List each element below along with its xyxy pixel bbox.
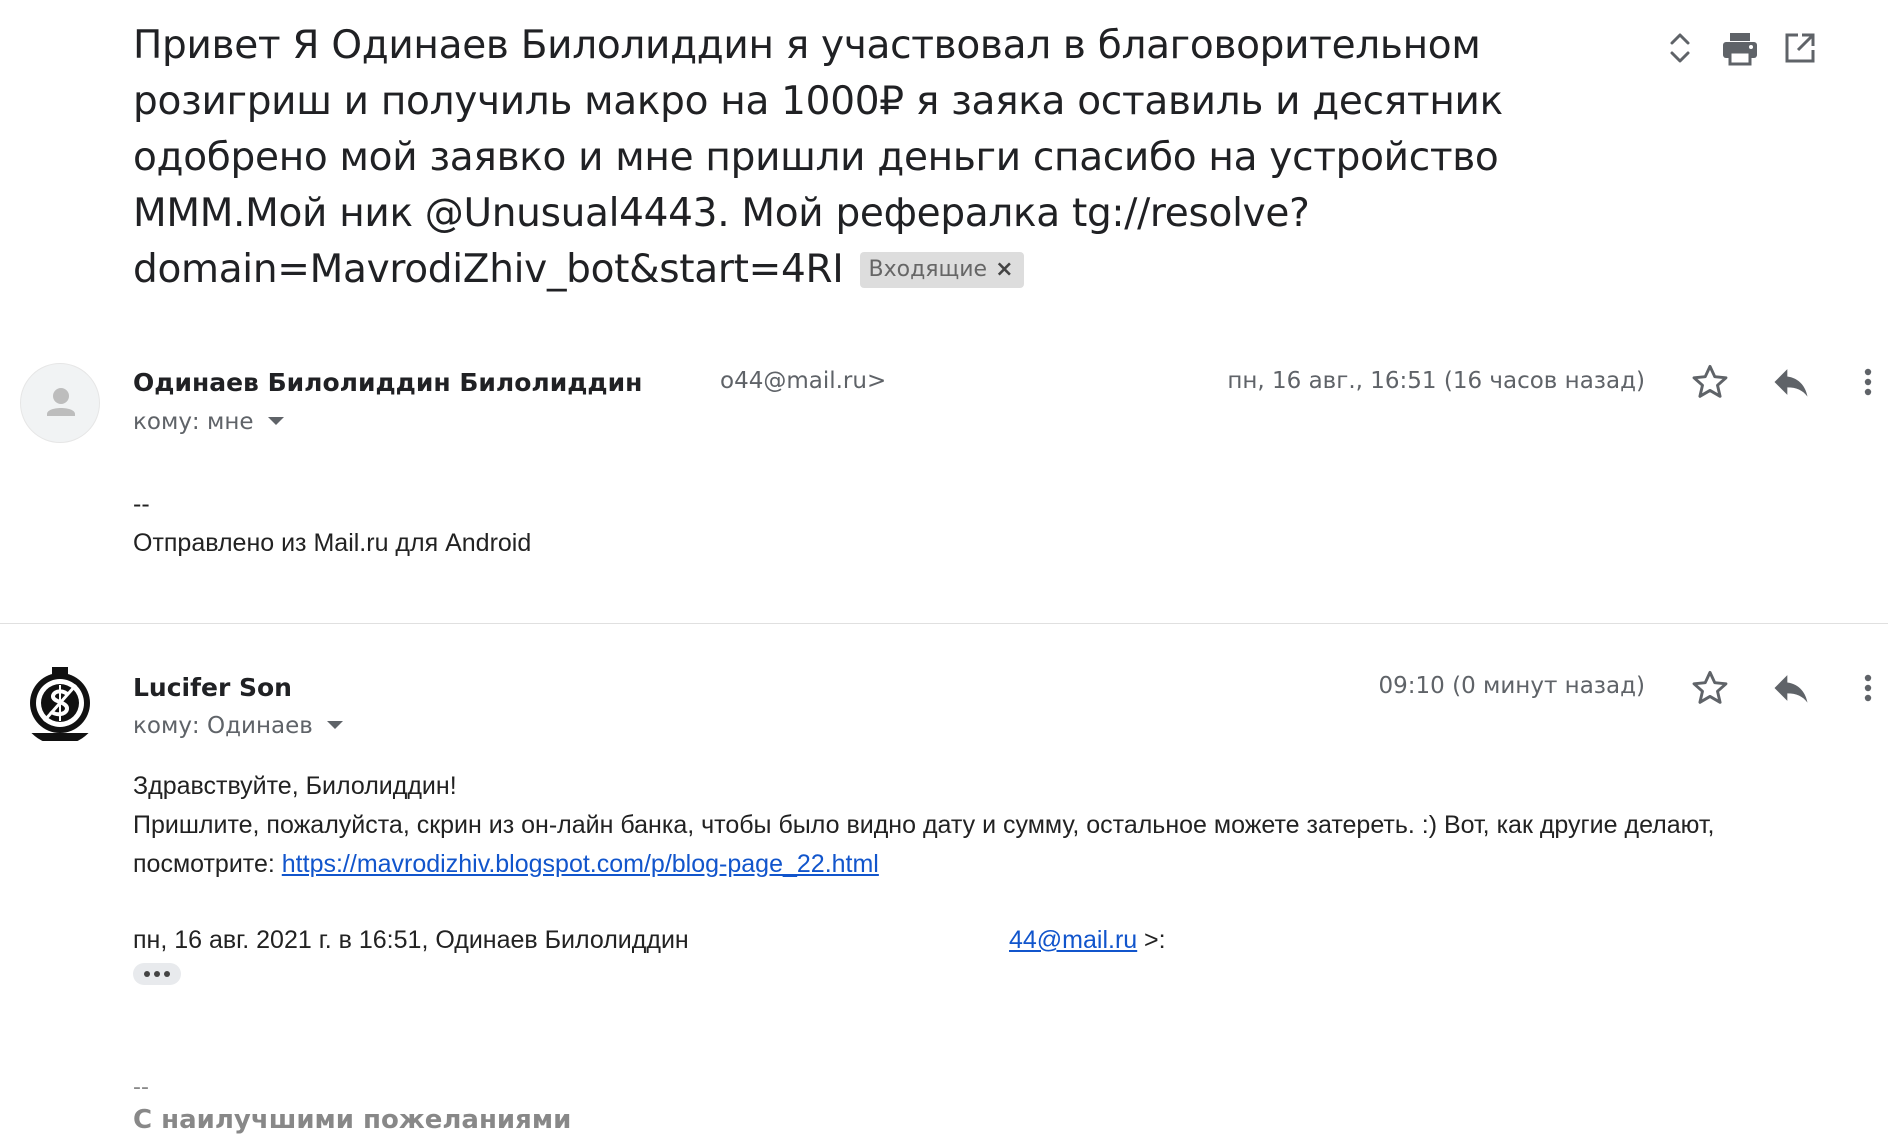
label-chip-text: Входящие xyxy=(868,257,988,282)
chevron-down-icon xyxy=(326,721,343,729)
message-body: -- Отправлено из Mail.ru для Android xyxy=(133,485,531,563)
body-text-prefix: посмотрите: xyxy=(133,850,282,878)
reply-icon[interactable] xyxy=(1769,360,1813,404)
body-line: посмотрите: https://mavrodizhiv.blogspot… xyxy=(133,845,1714,884)
quote-header-suffix: >: xyxy=(1144,926,1166,954)
body-line: Пришлите, пожалуйста, скрин из он-лайн б… xyxy=(133,811,1715,839)
greeting-text: Здравствуйте, Билолиддин! xyxy=(133,772,457,800)
recipient-text: кому: Одинаев xyxy=(133,713,313,739)
sender-avatar[interactable] xyxy=(20,363,100,443)
subject-line: Привет Я Одинаев Билолиддин я участвовал… xyxy=(133,23,1481,68)
quote-header-text: пн, 16 авг. 2021 г. в 16:51, Одинаев Бил… xyxy=(133,926,689,954)
remove-label-icon[interactable]: × xyxy=(995,259,1013,281)
open-in-new-window-icon[interactable] xyxy=(1778,26,1822,70)
dot xyxy=(144,971,150,977)
star-icon[interactable] xyxy=(1688,666,1732,710)
sender-name[interactable]: Одинаев Билолиддин Билолиддин xyxy=(133,368,642,397)
sender-name[interactable]: Lucifer Son xyxy=(133,673,292,702)
message-body: Здравствуйте, Билолиддин! Пришлите, пожа… xyxy=(133,767,1714,884)
chevron-down-icon xyxy=(267,417,284,425)
message-timestamp: пн, 16 авг., 16:51 (16 часов назад) xyxy=(1227,368,1645,394)
message-divider xyxy=(0,623,1888,624)
recipient-details-toggle[interactable]: кому: Одинаев xyxy=(133,713,343,739)
sender-email: o44@mail.ru> xyxy=(720,368,887,394)
message-timestamp: 09:10 (0 минут назад) xyxy=(1378,673,1646,699)
quote-email-link[interactable]: 44@mail.ru xyxy=(1009,921,1137,960)
signature-text: С наилучшими пожеланиями xyxy=(133,1105,572,1135)
thread-toolbar xyxy=(1658,26,1888,70)
subject-line: одобрено мой заявко и мне пришли деньги … xyxy=(133,135,1499,180)
quote-header: пн, 16 авг. 2021 г. в 16:51, Одинаев Бил… xyxy=(133,921,1533,960)
default-person-icon xyxy=(47,388,75,416)
unfold-icon[interactable] xyxy=(1658,26,1702,70)
recipient-text: кому: мне xyxy=(133,409,254,435)
show-trimmed-content-button[interactable] xyxy=(133,963,181,985)
signature-separator: -- xyxy=(133,1075,149,1100)
sender-avatar[interactable] xyxy=(20,665,100,745)
dot xyxy=(154,971,160,977)
blog-link[interactable]: https://mavrodizhiv.blogspot.com/p/blog-… xyxy=(282,850,879,878)
recipient-details-toggle[interactable]: кому: мне xyxy=(133,409,284,435)
label-chip-inbox[interactable]: Входящие × xyxy=(859,252,1024,288)
dot xyxy=(164,971,170,977)
subject-line: розигриш и получиль макро на 1000₽ я зая… xyxy=(133,79,1503,124)
reply-icon[interactable] xyxy=(1769,666,1813,710)
signature-separator: -- xyxy=(133,490,150,518)
sender-logo-image xyxy=(22,667,98,743)
more-vert-icon[interactable] xyxy=(1846,666,1888,710)
thread-subject: Привет Я Одинаев Билолиддин я участвовал… xyxy=(133,18,1613,298)
signature-text: Отправлено из Mail.ru для Android xyxy=(133,529,532,557)
print-icon[interactable] xyxy=(1718,26,1762,70)
star-icon[interactable] xyxy=(1688,360,1732,404)
more-vert-icon[interactable] xyxy=(1846,360,1888,404)
subject-line: МММ.Мой ник @Unusual4443. Мой рефералка … xyxy=(133,191,1310,236)
subject-line: domain=MavrodiZhiv_bot&start=4RI Входящие… xyxy=(133,242,1613,298)
subject-line-text: domain=MavrodiZhiv_bot&start=4RI xyxy=(133,247,844,292)
